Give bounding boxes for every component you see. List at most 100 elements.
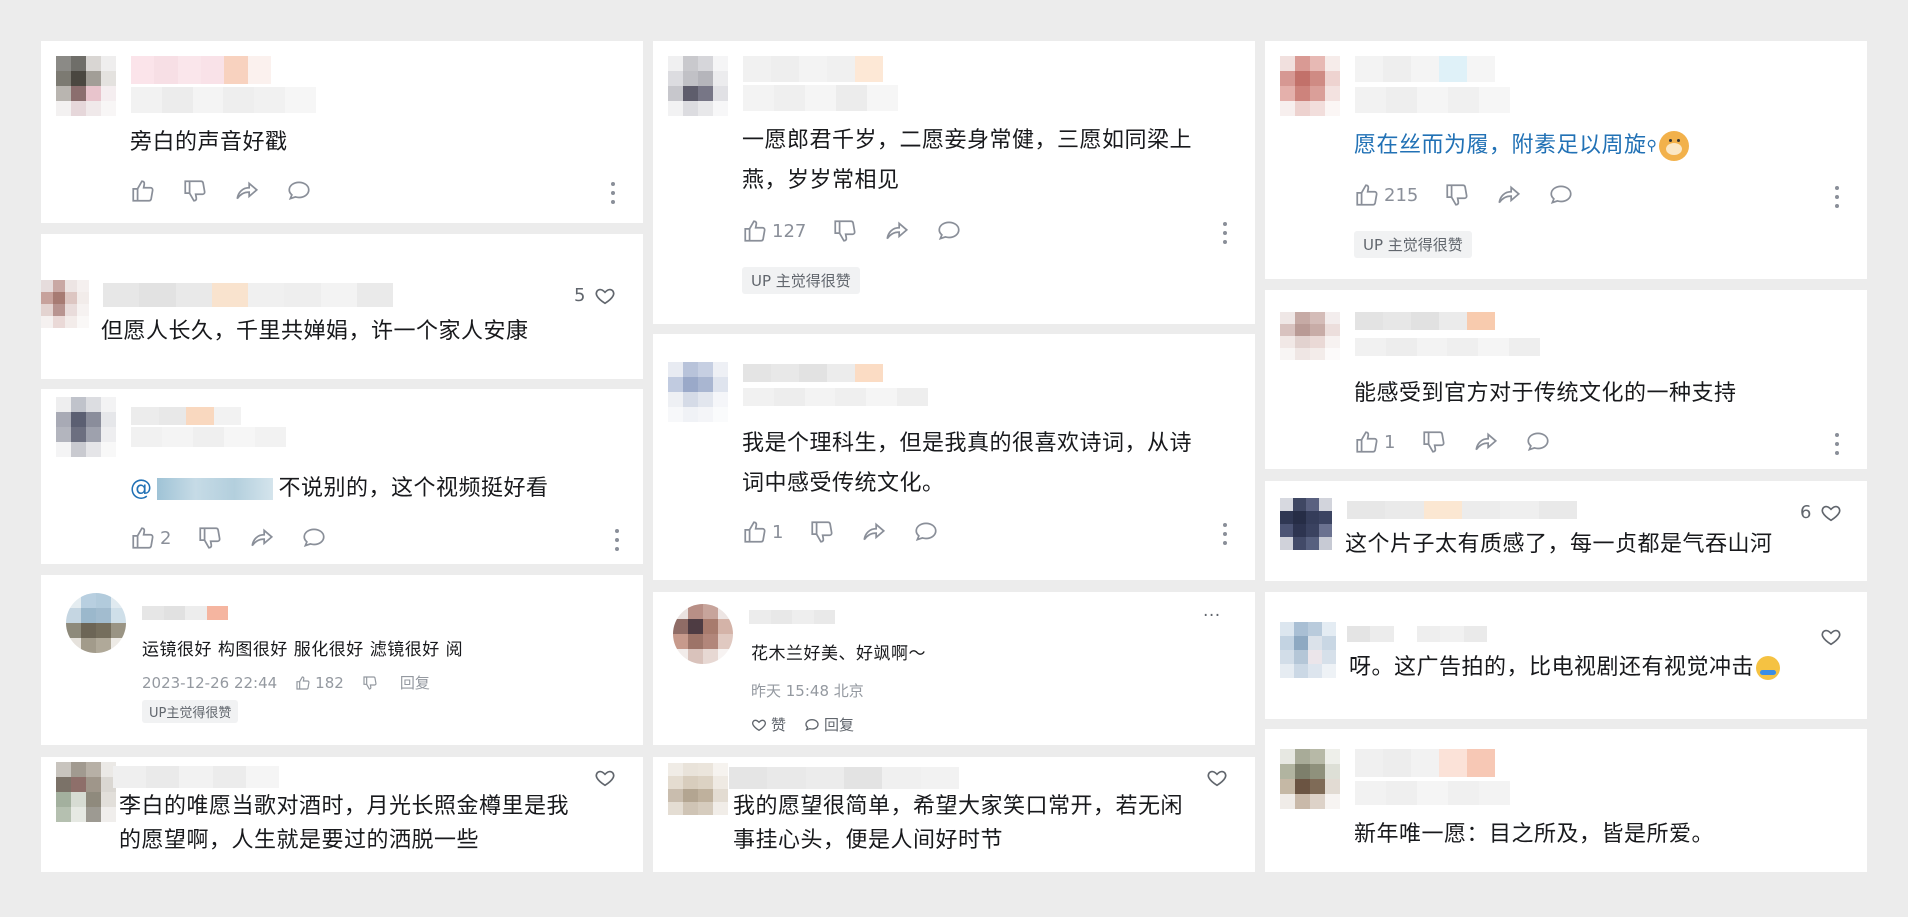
avatar[interactable] bbox=[1280, 56, 1340, 116]
thumb-up-icon bbox=[296, 675, 310, 690]
more-vertical-icon[interactable] bbox=[1834, 186, 1840, 208]
user-meta-blurred bbox=[743, 388, 928, 406]
share-icon bbox=[251, 528, 274, 547]
avatar[interactable] bbox=[1280, 749, 1340, 809]
comment-time: 昨天 15:48 北京 bbox=[751, 682, 864, 700]
comment-text-line-2: 事挂心头，便是人间好时节 bbox=[733, 828, 1004, 853]
avatar[interactable] bbox=[668, 763, 728, 815]
like-button[interactable]: 215 bbox=[1354, 182, 1418, 208]
more-vertical-icon[interactable] bbox=[1222, 222, 1228, 244]
heart-icon[interactable] bbox=[1206, 767, 1228, 789]
like-button[interactable]: 1 bbox=[742, 519, 783, 545]
search-icon[interactable]: ⚲ bbox=[1647, 126, 1658, 166]
like-count: 2 bbox=[160, 527, 172, 549]
more-icon[interactable]: ··· bbox=[1203, 604, 1221, 628]
thumb-down-icon bbox=[363, 675, 377, 690]
like-count: 5 bbox=[574, 285, 586, 306]
share-button[interactable] bbox=[884, 218, 910, 244]
heart-icon[interactable] bbox=[1820, 626, 1842, 648]
avatar[interactable] bbox=[1280, 312, 1340, 360]
dislike-button[interactable] bbox=[809, 519, 835, 545]
dislike-button[interactable] bbox=[182, 178, 208, 204]
dislike-button[interactable] bbox=[197, 525, 223, 551]
avatar[interactable] bbox=[66, 593, 126, 653]
avatar[interactable] bbox=[1280, 498, 1332, 550]
like-button[interactable]: 赞 bbox=[751, 714, 786, 735]
comment-text: 但愿人长久，千里共婵娟，许一个家人安康 bbox=[101, 319, 529, 344]
comment-text: 旁白的声音好戳 bbox=[130, 130, 288, 155]
like-button[interactable]: 1 bbox=[1354, 429, 1395, 455]
like-button[interactable]: 127 bbox=[742, 218, 806, 244]
heart-icon[interactable] bbox=[594, 767, 616, 789]
dislike-button[interactable] bbox=[832, 218, 858, 244]
reply-button[interactable] bbox=[936, 218, 962, 244]
comment-icon bbox=[938, 221, 960, 240]
reply-button[interactable]: 回复 bbox=[804, 714, 854, 735]
mention-at[interactable]: @ bbox=[130, 476, 153, 501]
thumb-down-icon bbox=[199, 527, 221, 549]
like-count: 1 bbox=[772, 521, 784, 543]
avatar[interactable] bbox=[1280, 622, 1336, 678]
username-blurred[interactable] bbox=[131, 407, 241, 425]
username-blurred[interactable] bbox=[142, 606, 228, 620]
share-button[interactable] bbox=[249, 525, 275, 551]
up-liked-badge: UP主觉得很赞 bbox=[142, 700, 239, 723]
user-meta-blurred bbox=[131, 87, 316, 113]
share-button[interactable] bbox=[234, 178, 260, 204]
comment-meta: 昨天 15:48 北京 bbox=[751, 680, 882, 701]
username-blurred[interactable] bbox=[1355, 312, 1495, 330]
reply-button[interactable] bbox=[1525, 429, 1551, 455]
heart-icon[interactable] bbox=[594, 285, 616, 307]
share-button[interactable] bbox=[861, 519, 887, 545]
share-button[interactable] bbox=[1473, 429, 1499, 455]
thumb-up-icon bbox=[1356, 184, 1378, 206]
avatar[interactable] bbox=[673, 604, 733, 664]
more-vertical-icon[interactable] bbox=[1222, 523, 1228, 545]
avatar[interactable] bbox=[41, 280, 89, 328]
thumb-down-icon bbox=[834, 220, 856, 242]
username-blurred[interactable] bbox=[103, 283, 393, 307]
dislike-button[interactable] bbox=[1421, 429, 1447, 455]
dislike-button[interactable] bbox=[362, 675, 382, 691]
like-button[interactable]: 2 bbox=[130, 525, 171, 551]
comment-icon bbox=[915, 522, 938, 541]
username-blurred[interactable] bbox=[131, 56, 271, 84]
reply-button[interactable] bbox=[913, 519, 939, 545]
avatar[interactable] bbox=[56, 397, 116, 457]
comment-card: ··· 花木兰好美、好飒啊～ 昨天 15:48 北京 赞 回复 bbox=[653, 592, 1255, 745]
reply-button[interactable] bbox=[1548, 182, 1574, 208]
like-button[interactable] bbox=[130, 178, 156, 204]
reply-link[interactable]: 回复 bbox=[400, 672, 430, 693]
username-blurred[interactable] bbox=[743, 364, 883, 382]
more-vertical-icon[interactable] bbox=[610, 182, 616, 204]
avatar[interactable] bbox=[668, 56, 728, 116]
avatar[interactable] bbox=[56, 762, 116, 822]
mention-username-blurred[interactable] bbox=[156, 478, 273, 500]
avatar[interactable] bbox=[668, 362, 728, 422]
username-blurred[interactable] bbox=[1347, 626, 1487, 642]
thumb-up-icon bbox=[132, 180, 154, 202]
user-meta-blurred bbox=[1355, 338, 1540, 356]
username-blurred[interactable] bbox=[1355, 749, 1495, 777]
username-blurred[interactable] bbox=[1355, 56, 1495, 82]
thumb-up-icon bbox=[744, 220, 766, 242]
comment-icon bbox=[1527, 432, 1550, 451]
user-meta-blurred bbox=[1355, 87, 1510, 113]
username-blurred[interactable] bbox=[743, 56, 883, 82]
avatar[interactable] bbox=[56, 56, 116, 116]
comment-text-line-1: 李白的唯愿当歌对酒时，月光长照金樽里是我 bbox=[119, 794, 570, 819]
dislike-button[interactable] bbox=[1444, 182, 1470, 208]
more-vertical-icon[interactable] bbox=[1834, 433, 1840, 455]
user-meta-blurred bbox=[131, 427, 286, 447]
username-blurred[interactable] bbox=[729, 767, 959, 789]
username-blurred[interactable] bbox=[1347, 501, 1577, 519]
share-button[interactable] bbox=[1496, 182, 1522, 208]
like-button[interactable]: 182 bbox=[295, 674, 344, 692]
username-blurred[interactable] bbox=[749, 610, 835, 624]
reply-button[interactable] bbox=[286, 178, 312, 204]
heart-icon[interactable] bbox=[1820, 502, 1842, 524]
more-vertical-icon[interactable] bbox=[614, 529, 620, 551]
username-blurred[interactable] bbox=[113, 766, 280, 788]
reply-button[interactable] bbox=[301, 525, 327, 551]
comment-text-line-1: 我是个理科生，但是我真的很喜欢诗词，从诗 bbox=[742, 431, 1193, 456]
